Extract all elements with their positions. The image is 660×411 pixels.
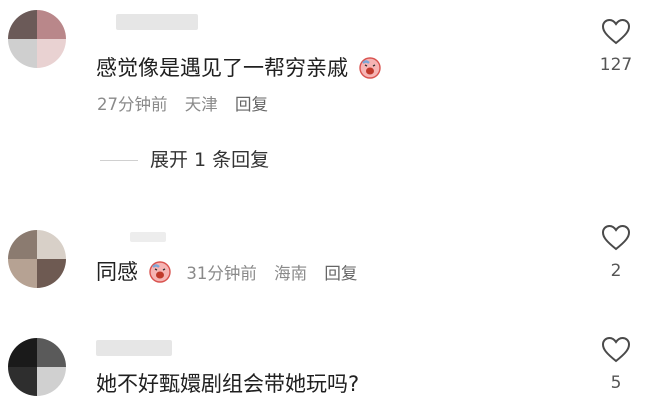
crying-face-emoji <box>148 261 171 283</box>
comment-item: 感觉像是遇见了一帮穷亲戚 27分钟前 天津 回复 展开 1 条回复 127 <box>0 0 660 200</box>
avatar[interactable] <box>8 10 66 68</box>
heart-outline-icon <box>601 224 631 251</box>
comment-meta: 31分钟前 海南 回复 <box>186 264 369 283</box>
comment-time: 27分钟前 <box>97 95 168 114</box>
comment-meta: 27分钟前 天津 回复 <box>97 94 280 116</box>
reply-button[interactable]: 回复 <box>324 264 357 283</box>
avatar[interactable] <box>8 230 66 288</box>
crying-face-emoji <box>358 57 381 79</box>
comment-text: 同感 31分钟前 海南 回复 <box>96 258 369 286</box>
comment-time: 31分钟前 <box>186 264 257 283</box>
comment-text: 她不好甄嬛剧组会带她玩吗? <box>96 372 360 396</box>
expand-divider <box>100 160 138 161</box>
username-blurred[interactable] <box>96 340 172 356</box>
like-count: 5 <box>610 373 622 393</box>
like-button[interactable]: 5 <box>594 336 638 393</box>
expand-replies-button[interactable]: 展开 1 条回复 <box>100 145 269 172</box>
heart-outline-icon <box>601 18 631 45</box>
like-button[interactable]: 2 <box>594 224 638 281</box>
comment-item: 她不好甄嬛剧组会带她玩吗? 5 <box>0 330 660 411</box>
comment-item: 同感 31分钟前 海南 回复 2 <box>0 220 660 310</box>
like-count: 2 <box>610 261 622 281</box>
username-blurred[interactable] <box>130 232 166 242</box>
comment-text: 感觉像是遇见了一帮穷亲戚 <box>96 54 382 82</box>
username-blurred[interactable] <box>116 14 198 30</box>
comment-location: 海南 <box>274 264 308 283</box>
like-button[interactable]: 127 <box>594 18 638 75</box>
avatar[interactable] <box>8 338 66 396</box>
reply-button[interactable]: 回复 <box>235 95 268 114</box>
like-count: 127 <box>599 55 633 75</box>
comment-location: 天津 <box>184 95 218 114</box>
heart-outline-icon <box>601 336 631 363</box>
